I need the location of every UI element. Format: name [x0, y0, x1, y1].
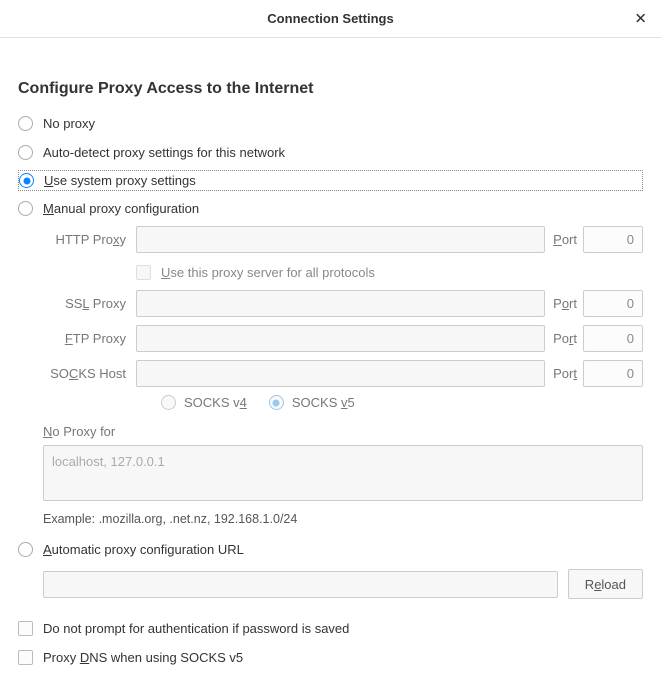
no-prompt-label: Do not prompt for authentication if pass… [43, 621, 349, 636]
socks-host-label: SOCKS Host [43, 366, 136, 381]
title-bar: Connection Settings ✕ [0, 0, 661, 38]
share-proxy-label: Use this proxy server for all protocols [161, 265, 375, 280]
socks-port-input[interactable] [583, 360, 643, 387]
option-label: Use system proxy settings [44, 173, 196, 188]
radio-icon [161, 395, 176, 410]
ftp-proxy-input[interactable] [136, 325, 545, 352]
option-manual[interactable]: Manual proxy configuration [18, 197, 643, 220]
page-heading: Configure Proxy Access to the Internet [18, 80, 643, 98]
ftp-port-input[interactable] [583, 325, 643, 352]
http-proxy-row: HTTP Proxy Port [43, 226, 643, 253]
checkbox-icon [136, 265, 151, 280]
proxy-dns-label: Proxy DNS when using SOCKS v5 [43, 650, 243, 665]
proxy-dns-row[interactable]: Proxy DNS when using SOCKS v5 [18, 646, 643, 669]
port-label: Port [545, 296, 583, 311]
share-proxy-row[interactable]: Use this proxy server for all protocols [43, 261, 643, 284]
checkbox-icon [18, 650, 33, 665]
socks-v5-label: SOCKS v5 [292, 395, 355, 410]
ftp-proxy-row: FTP Proxy Port [43, 325, 643, 352]
close-icon[interactable]: ✕ [630, 7, 651, 30]
pac-url-input[interactable] [43, 571, 558, 598]
option-use-system[interactable]: Use system proxy settings [18, 170, 643, 191]
radio-icon [19, 173, 34, 188]
pac-row: Reload [43, 569, 643, 599]
no-prompt-row[interactable]: Do not prompt for authentication if pass… [18, 617, 643, 640]
socks-host-input[interactable] [136, 360, 545, 387]
radio-icon [18, 201, 33, 216]
socks-v5-option[interactable]: SOCKS v5 [269, 395, 355, 410]
option-label: Automatic proxy configuration URL [43, 542, 244, 557]
ssl-proxy-label: SSL Proxy [43, 296, 136, 311]
no-proxy-example: Example: .mozilla.org, .net.nz, 192.168.… [43, 512, 643, 526]
dialog-title: Connection Settings [267, 11, 393, 26]
http-proxy-label: HTTP Proxy [43, 232, 136, 247]
option-auto-url[interactable]: Automatic proxy configuration URL [18, 538, 643, 561]
option-label: No proxy [43, 116, 95, 131]
reload-button[interactable]: Reload [568, 569, 643, 599]
port-label: Port [545, 232, 583, 247]
no-proxy-for-input[interactable] [43, 445, 643, 501]
radio-icon [18, 542, 33, 557]
radio-icon [18, 116, 33, 131]
checkbox-icon [18, 621, 33, 636]
ssl-port-input[interactable] [583, 290, 643, 317]
option-label: Auto-detect proxy settings for this netw… [43, 145, 285, 160]
ssl-proxy-row: SSL Proxy Port [43, 290, 643, 317]
socks-v4-option[interactable]: SOCKS v4 [161, 395, 247, 410]
socks-host-row: SOCKS Host Port [43, 360, 643, 387]
option-no-proxy[interactable]: No proxy [18, 112, 643, 135]
socks-v4-label: SOCKS v4 [184, 395, 247, 410]
http-proxy-input[interactable] [136, 226, 545, 253]
manual-section: HTTP Proxy Port Use this proxy server fo… [18, 226, 643, 526]
radio-icon [269, 395, 284, 410]
ssl-proxy-input[interactable] [136, 290, 545, 317]
no-proxy-for-label: No Proxy for [43, 424, 643, 439]
http-port-input[interactable] [583, 226, 643, 253]
port-label: Port [545, 366, 583, 381]
radio-icon [18, 145, 33, 160]
port-label: Port [545, 331, 583, 346]
ftp-proxy-label: FTP Proxy [43, 331, 136, 346]
option-label: Manual proxy configuration [43, 201, 199, 216]
socks-version-row: SOCKS v4 SOCKS v5 [43, 395, 643, 410]
dialog-content: Configure Proxy Access to the Internet N… [0, 38, 661, 669]
option-auto-detect[interactable]: Auto-detect proxy settings for this netw… [18, 141, 643, 164]
footer-options: Do not prompt for authentication if pass… [18, 617, 643, 669]
